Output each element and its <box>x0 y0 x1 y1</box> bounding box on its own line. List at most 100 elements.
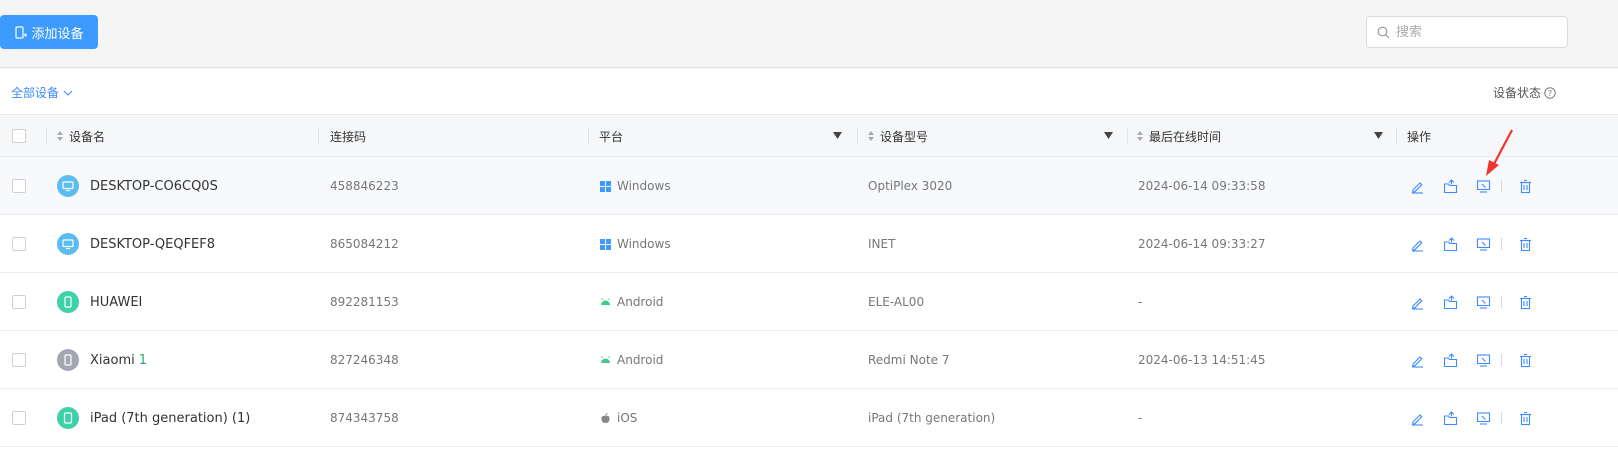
add-device-icon <box>15 25 28 39</box>
device-name: DESKTOP-QEQFEF8 <box>90 236 216 252</box>
last-online-time: 2024-06-13 14:51:45 <box>1138 353 1266 367</box>
table-row[interactable]: iPad (7th generation) (1) 874343758 iOS … <box>0 389 1618 447</box>
remote-control-icon[interactable] <box>1474 409 1492 427</box>
platform-cell: Android <box>600 331 663 389</box>
column-divider <box>318 128 319 144</box>
delete-icon[interactable] <box>1516 351 1534 369</box>
file-transfer-icon[interactable] <box>1441 409 1459 427</box>
monitor-icon <box>57 175 79 197</box>
action-divider <box>1501 412 1502 424</box>
device-model: iPad (7th generation) <box>868 411 996 425</box>
row-actions <box>1408 331 1549 389</box>
column-header-last-online[interactable]: 最后在线时间 <box>1136 115 1221 157</box>
platform-cell: Windows <box>600 157 671 215</box>
device-name-cell[interactable]: HUAWEI <box>57 273 146 331</box>
column-model-label: 设备型号 <box>880 129 929 144</box>
tablet-icon <box>57 407 79 429</box>
android-icon <box>600 355 611 366</box>
connection-code: 827246348 <box>330 353 399 367</box>
file-transfer-icon[interactable] <box>1441 235 1459 253</box>
apple-icon <box>600 412 611 424</box>
file-transfer-icon[interactable] <box>1441 351 1459 369</box>
delete-icon[interactable] <box>1516 235 1534 253</box>
help-circle-icon: ? <box>1544 86 1556 99</box>
column-divider <box>857 128 858 144</box>
device-name: HUAWEI <box>90 294 143 310</box>
row-actions <box>1408 389 1549 447</box>
search-input[interactable] <box>1396 24 1556 40</box>
device-model: Redmi Note 7 <box>868 353 950 367</box>
connection-code: 874343758 <box>330 411 399 425</box>
device-name-cell[interactable]: DESKTOP-QEQFEF8 <box>57 215 219 273</box>
filter-bar: 全部设备 设备状态 ? <box>0 69 1618 115</box>
platform-cell: Android <box>600 273 663 331</box>
device-name: DESKTOP-CO6CQ0S <box>90 178 218 194</box>
remote-control-icon[interactable] <box>1474 177 1492 195</box>
row-checkbox[interactable] <box>12 353 26 367</box>
device-name-cell[interactable]: Xiaomi 1 <box>57 331 147 389</box>
row-checkbox[interactable] <box>12 411 26 425</box>
table-row[interactable]: HUAWEI 892281153 Android ELE-AL00 - <box>0 273 1618 331</box>
table-row[interactable]: Xiaomi 1 827246348 Android Redmi Note 7 … <box>0 331 1618 389</box>
delete-icon[interactable] <box>1516 293 1534 311</box>
table-row[interactable]: DESKTOP-QEQFEF8 865084212 Windows INET 2… <box>0 215 1618 273</box>
edit-icon[interactable] <box>1408 409 1426 427</box>
column-divider <box>46 128 47 144</box>
edit-icon[interactable] <box>1408 177 1426 195</box>
action-divider <box>1501 354 1502 366</box>
remote-control-icon[interactable] <box>1474 351 1492 369</box>
device-name-cell[interactable]: DESKTOP-CO6CQ0S <box>57 157 222 215</box>
row-checkbox[interactable] <box>12 179 26 193</box>
all-devices-label: 全部设备 <box>11 86 60 100</box>
device-name-cell[interactable]: iPad (7th generation) (1) <box>57 389 254 447</box>
android-icon <box>600 297 611 308</box>
all-devices-dropdown[interactable]: 全部设备 <box>11 84 73 101</box>
device-status-label: 设备状态 <box>1492 86 1541 100</box>
device-name: Xiaomi <box>90 352 135 368</box>
last-online-time: 2024-06-14 09:33:58 <box>1138 179 1266 193</box>
sort-icon <box>1137 131 1143 141</box>
file-transfer-icon[interactable] <box>1441 293 1459 311</box>
search-box[interactable] <box>1366 16 1568 48</box>
sort-icon <box>57 131 63 141</box>
annotation-arrow <box>1486 129 1513 176</box>
column-actions-label: 操作 <box>1407 129 1432 144</box>
windows-icon <box>600 180 611 192</box>
file-transfer-icon[interactable] <box>1441 177 1459 195</box>
device-panel: 全部设备 设备状态 ? 设备名 连接码 平台 设备型号 最后在线时间 操作 DE… <box>0 69 1618 464</box>
column-divider <box>1396 128 1397 144</box>
platform-filter-icon[interactable] <box>833 132 842 139</box>
platform-label: Android <box>617 295 664 309</box>
last-online-filter-icon[interactable] <box>1374 132 1383 139</box>
device-status-help[interactable]: 设备状态 ? <box>1493 84 1556 101</box>
edit-icon[interactable] <box>1408 351 1426 369</box>
last-online-time: - <box>1138 295 1143 309</box>
action-divider <box>1501 238 1502 250</box>
delete-icon[interactable] <box>1516 409 1534 427</box>
device-name-badge: 1 <box>138 352 147 368</box>
phone-icon <box>57 291 79 313</box>
edit-icon[interactable] <box>1408 235 1426 253</box>
table-row[interactable]: DESKTOP-CO6CQ0S 458846223 Windows OptiPl… <box>0 157 1618 215</box>
row-checkbox[interactable] <box>12 295 26 309</box>
add-device-button[interactable]: 添加设备 <box>0 15 98 49</box>
connection-code: 865084212 <box>330 237 399 251</box>
select-all-checkbox[interactable] <box>12 129 26 143</box>
column-header-name[interactable]: 设备名 <box>56 115 105 157</box>
action-divider <box>1501 180 1502 192</box>
column-header-code: 连接码 <box>330 115 366 157</box>
row-checkbox[interactable] <box>12 237 26 251</box>
platform-label: Windows <box>617 237 671 251</box>
column-divider <box>1127 128 1128 144</box>
monitor-icon <box>57 233 79 255</box>
delete-icon[interactable] <box>1516 177 1534 195</box>
remote-control-icon[interactable] <box>1474 235 1492 253</box>
platform-label: iOS <box>617 411 638 425</box>
column-code-label: 连接码 <box>330 129 367 144</box>
edit-icon[interactable] <box>1408 293 1426 311</box>
device-name: iPad (7th generation) (1) <box>90 410 251 426</box>
column-header-model[interactable]: 设备型号 <box>867 115 928 157</box>
remote-control-icon[interactable] <box>1474 293 1492 311</box>
svg-text:?: ? <box>1548 89 1552 98</box>
model-filter-icon[interactable] <box>1104 132 1113 139</box>
